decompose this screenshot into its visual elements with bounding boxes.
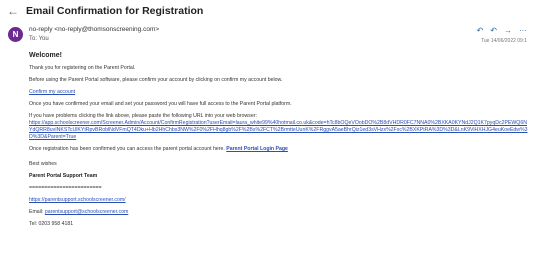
- once-text: Once you have confirmed your email and s…: [29, 101, 292, 107]
- before-text: Before using the Parent Portal software,…: [29, 77, 283, 83]
- signature-separator: ========================: [29, 185, 102, 191]
- more-options-icon[interactable]: ···: [519, 26, 527, 35]
- back-arrow-icon[interactable]: ←: [6, 4, 20, 18]
- email-header: N no-reply <no-reply@thomsonscreening.co…: [0, 24, 535, 46]
- confirmation-url-link[interactable]: https://app.schoolscreener.com/Screener.…: [29, 120, 529, 141]
- email-date: Tue 14/06/2022 09:1: [481, 38, 527, 44]
- registration-note-text: Once registration has been confirmed you…: [29, 146, 227, 152]
- email-subject: Email Confirmation for Registration: [26, 5, 204, 17]
- support-team-name: Parent Portal Support Team: [29, 173, 98, 179]
- reply-all-icon[interactable]: ↶: [490, 26, 497, 35]
- email-body: Welcome! Thank you for registering on th…: [29, 52, 529, 233]
- support-site-link[interactable]: https://parentsupport.schoolscreener.com…: [29, 197, 126, 203]
- sender-address[interactable]: no-reply <no-reply@thomsonscreening.com>: [29, 26, 159, 33]
- sender-avatar: N: [8, 27, 23, 42]
- best-wishes: Best wishes: [29, 161, 57, 167]
- support-phone: Tel: 0203 958 4181: [29, 221, 74, 227]
- problems-text: If you have problems clicking the link a…: [29, 113, 257, 119]
- welcome-heading: Welcome!: [29, 52, 62, 59]
- login-page-link[interactable]: Parent Portal Login Page: [226, 146, 288, 152]
- confirm-account-link[interactable]: Confirm my account: [29, 89, 75, 95]
- support-email-link[interactable]: parentsupport@schoolscreener.com: [45, 209, 128, 215]
- email-subject-bar: ← Email Confirmation for Registration: [0, 0, 535, 22]
- registration-note: Once registration has been confirmed you…: [29, 146, 529, 153]
- email-label: Email:: [29, 209, 45, 215]
- support-email-line: Email: parentsupport@schoolscreener.com: [29, 209, 529, 216]
- forward-icon[interactable]: →: [504, 26, 512, 35]
- recipient-line: To: You: [29, 36, 49, 42]
- thanks-text: Thank you for registering on the Parent …: [29, 65, 136, 71]
- email-actions: ↶ ↶ → ···: [477, 26, 527, 35]
- reply-icon[interactable]: ↶: [477, 26, 484, 35]
